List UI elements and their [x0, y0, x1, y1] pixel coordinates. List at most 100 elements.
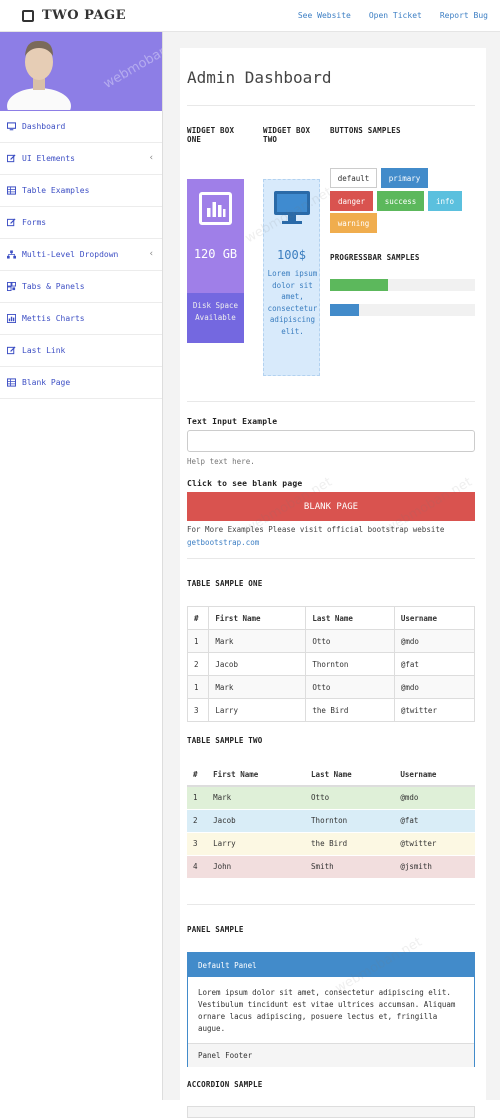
accordion-item[interactable]: [187, 1106, 475, 1118]
primary-button[interactable]: primary: [381, 168, 428, 188]
sidebar-item-tabs-panels[interactable]: Tabs & Panels: [0, 271, 162, 303]
sitemap-icon: [7, 250, 16, 259]
user-avatar: [7, 40, 71, 110]
text-input[interactable]: [187, 430, 475, 452]
table-cell: Jacob: [207, 808, 306, 832]
table-cell: @twitter: [394, 831, 475, 855]
progressbar-heading: PROGRESSBAR SAMPLES: [330, 253, 420, 262]
panel-title: Default Panel: [188, 953, 474, 977]
table-row: 3 Larry the Bird @twitter: [186, 698, 476, 722]
table-cell: @fat: [393, 652, 476, 676]
table-cell: Mark: [207, 785, 306, 809]
sidebar-item-blank-page[interactable]: Blank Page: [0, 367, 162, 399]
default-panel: Default Panel Lorem ipsum dolor sit amet…: [187, 952, 475, 1067]
table-cell: 2: [187, 808, 208, 832]
brand-title: TWO PAGE: [42, 8, 127, 23]
user-panel: webmoban: [0, 32, 162, 111]
danger-button[interactable]: danger: [330, 191, 373, 211]
table-cell: 4: [187, 854, 208, 878]
widget-two-value: 100$: [277, 248, 306, 262]
text-input-label: Text Input Example: [187, 417, 278, 426]
report-bug-link[interactable]: Report Bug: [440, 11, 488, 20]
table-cell: Mark: [208, 675, 307, 699]
progress-fill: [330, 279, 388, 291]
table-row: 3 Larry the Bird @twitter: [187, 831, 475, 855]
bar-chart-icon: [7, 314, 16, 323]
top-navbar: TWO PAGE See Website Open Ticket Report …: [0, 0, 500, 32]
main-area: Admin Dashboard WIDGET BOX ONE WIDGET BO…: [163, 32, 500, 1118]
success-button[interactable]: success: [377, 191, 424, 211]
warning-button[interactable]: warning: [330, 213, 377, 233]
column-header: First Name: [207, 763, 306, 787]
sidebar-item-last-link[interactable]: Last Link: [0, 335, 162, 367]
edit-icon: [7, 154, 16, 163]
widget-one-caption: Disk Space Available: [187, 293, 244, 343]
page-content: Admin Dashboard WIDGET BOX ONE WIDGET BO…: [180, 48, 486, 1118]
table-cell: the Bird: [305, 698, 395, 722]
divider: [187, 558, 475, 559]
table-row: 1 Mark Otto @mdo: [186, 675, 476, 699]
sidebar-item-label: Last Link: [22, 346, 66, 355]
sidebar-item-label: Dashboard: [22, 122, 66, 131]
default-button[interactable]: default: [330, 168, 377, 188]
sidebar-item-label: Tabs & Panels: [22, 282, 85, 291]
sidebar-item-forms[interactable]: Forms: [0, 207, 162, 239]
table-row: 1 Mark Otto @mdo: [187, 785, 475, 809]
table-row: 4 John Smith @jsmith: [187, 854, 475, 878]
see-website-link[interactable]: See Website: [298, 11, 351, 20]
sidebar-item-label: Mettis Charts: [22, 314, 85, 323]
table-row: 1 Mark Otto @mdo: [186, 629, 476, 653]
sidebar-item-label: Blank Page: [22, 378, 71, 387]
table-cell: @mdo: [393, 629, 476, 653]
chevron-left-icon[interactable]: ‹: [149, 153, 154, 163]
progress-bar-success: [330, 279, 475, 291]
table-cell: Larry: [207, 831, 306, 855]
column-header: Last Name: [305, 606, 395, 630]
table-cell: Thornton: [305, 808, 395, 832]
sidebar-item-label: Table Examples: [22, 186, 90, 195]
table-sample-one: # First Name Last Name Username 1 Mark O…: [186, 606, 476, 722]
column-header: #: [187, 763, 208, 787]
table-cell: 1: [186, 629, 210, 653]
chevron-left-icon[interactable]: ‹: [149, 249, 154, 259]
table-cell: Otto: [305, 785, 395, 809]
top-links: See Website Open Ticket Report Bug: [298, 11, 488, 20]
table-cell: the Bird: [305, 831, 395, 855]
column-header: Username: [393, 606, 476, 630]
table-cell: Larry: [208, 698, 307, 722]
column-header: Last Name: [305, 763, 395, 787]
widget-box-one: 120 GB Disk Space Available: [187, 179, 244, 343]
table-row: 2 Jacob Thornton @fat: [187, 808, 475, 832]
table-one-heading: TABLE SAMPLE ONE: [187, 579, 263, 588]
table-icon: [7, 186, 16, 195]
brand-logo[interactable]: TWO PAGE: [22, 8, 126, 23]
table-cell: Otto: [305, 629, 395, 653]
table-cell: Smith: [305, 854, 395, 878]
table-icon: [7, 378, 16, 387]
sidebar-item-label: UI Elements: [22, 154, 75, 163]
edit-icon: [7, 346, 16, 355]
info-button[interactable]: info: [428, 191, 462, 211]
square-icon: [22, 9, 34, 22]
table-cell: John: [207, 854, 306, 878]
panel-heading: PANEL SAMPLE: [187, 925, 244, 934]
sidebar-item-multi-level-dropdown[interactable]: Multi-Level Dropdown ‹: [0, 239, 162, 271]
panel-footer: Panel Footer: [188, 1043, 474, 1067]
table-cell: 3: [186, 698, 210, 722]
column-header: #: [186, 606, 210, 630]
divider: [187, 401, 475, 402]
edit-icon: [7, 218, 16, 227]
column-header: Username: [394, 763, 475, 787]
bootstrap-link[interactable]: getbootstrap.com: [187, 538, 259, 547]
table-two-heading: TABLE SAMPLE TWO: [187, 736, 263, 745]
table-cell: Thornton: [305, 652, 395, 676]
sidebar-item-dashboard[interactable]: Dashboard: [0, 111, 162, 143]
progress-fill: [330, 304, 359, 316]
sidebar-item-mettis-charts[interactable]: Mettis Charts: [0, 303, 162, 335]
blank-page-heading: Click to see blank page: [187, 479, 303, 488]
sidebar-item-ui-elements[interactable]: UI Elements ‹: [0, 143, 162, 175]
table-cell: @twitter: [393, 698, 476, 722]
sidebar-item-table-examples[interactable]: Table Examples: [0, 175, 162, 207]
table-cell: @jsmith: [394, 854, 475, 878]
open-ticket-link[interactable]: Open Ticket: [369, 11, 422, 20]
